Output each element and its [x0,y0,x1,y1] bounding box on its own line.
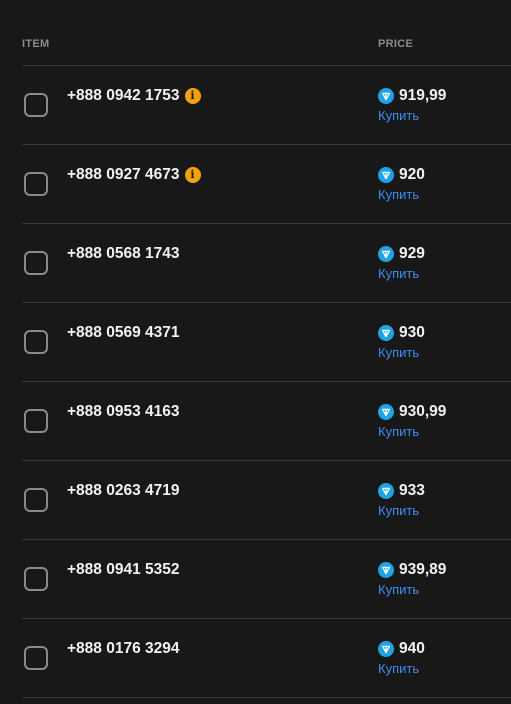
row-checkbox[interactable] [24,251,48,275]
table-row: +888 0263 4719 933 Купить [22,461,511,540]
ton-icon [378,483,394,499]
price: 929 [378,245,425,263]
row-checkbox[interactable] [24,409,48,433]
buy-link[interactable]: Купить [378,345,419,360]
price: 940 [378,640,425,658]
table-row: +888 0176 3294 940 Купить [22,619,511,698]
phone-number[interactable]: +888 0942 1753 i [67,87,201,105]
ton-icon [378,246,394,262]
table-row: +888 0569 4371 930 Купить [22,303,511,382]
phone-number-text: +888 0942 1753 [67,87,180,104]
price-value: 939,89 [399,561,447,578]
table-row: +888 0942 1753 i 919,99 Купить [22,66,511,145]
phone-number-text: +888 0568 1743 [67,245,180,262]
ton-icon [378,88,394,104]
price-value: 919,99 [399,87,447,104]
table-body: +888 0942 1753 i 919,99 Купить +888 0927 467… [22,66,511,698]
info-icon[interactable]: i [184,88,201,104]
table-header: ITEM PRICE [22,0,511,66]
ton-icon [378,325,394,341]
phone-number[interactable]: +888 0927 4673 i [67,166,201,184]
info-icon[interactable]: i [184,167,201,183]
table-row: +888 0568 1743 929 Купить [22,224,511,303]
price-value: 920 [399,166,425,183]
column-header-price[interactable]: PRICE [378,38,413,50]
phone-number-text: +888 0941 5352 [67,561,180,578]
row-checkbox[interactable] [24,488,48,512]
price-value: 930,99 [399,403,447,420]
buy-link[interactable]: Купить [378,108,419,123]
price: 930 [378,324,425,342]
ton-icon [378,641,394,657]
ton-icon [378,167,394,183]
buy-link[interactable]: Купить [378,582,419,597]
price: 933 [378,482,425,500]
buy-link[interactable]: Купить [378,266,419,281]
phone-number-text: +888 0927 4673 [67,166,180,183]
ton-icon [378,404,394,420]
phone-number[interactable]: +888 0941 5352 [67,561,180,579]
phone-number-text: +888 0569 4371 [67,324,180,341]
row-checkbox[interactable] [24,93,48,117]
phone-number-text: +888 0263 4719 [67,482,180,499]
price-value: 933 [399,482,425,499]
price-value: 929 [399,245,425,262]
table-row: +888 0953 4163 930,99 Купить [22,382,511,461]
phone-number[interactable]: +888 0263 4719 [67,482,180,500]
price: 930,99 [378,403,446,421]
column-header-item[interactable]: ITEM [22,38,49,50]
row-checkbox[interactable] [24,567,48,591]
buy-link[interactable]: Купить [378,424,419,439]
numbers-table: ITEM PRICE +888 0942 1753 i 919,99 Купить +8… [0,0,511,704]
price-value: 940 [399,640,425,657]
table-row: +888 0941 5352 939,89 Купить [22,540,511,619]
phone-number[interactable]: +888 0176 3294 [67,640,180,658]
price-value: 930 [399,324,425,341]
phone-number[interactable]: +888 0953 4163 [67,403,180,421]
price: 939,89 [378,561,446,579]
phone-number[interactable]: +888 0569 4371 [67,324,180,342]
price: 919,99 [378,87,446,105]
phone-number[interactable]: +888 0568 1743 [67,245,180,263]
ton-icon [378,562,394,578]
table-row: +888 0927 4673 i 920 Купить [22,145,511,224]
row-checkbox[interactable] [24,646,48,670]
phone-number-text: +888 0953 4163 [67,403,180,420]
buy-link[interactable]: Купить [378,187,419,202]
buy-link[interactable]: Купить [378,503,419,518]
phone-number-text: +888 0176 3294 [67,640,180,657]
buy-link[interactable]: Купить [378,661,419,676]
price: 920 [378,166,425,184]
row-checkbox[interactable] [24,172,48,196]
row-checkbox[interactable] [24,330,48,354]
